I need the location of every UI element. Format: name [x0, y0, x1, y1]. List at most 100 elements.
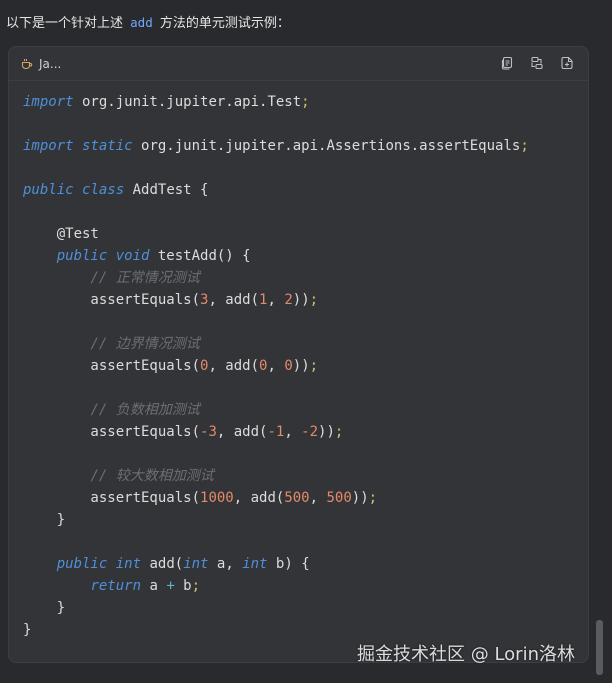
code-token: ,	[267, 292, 285, 308]
code-token: static	[82, 138, 133, 154]
code-token: ))	[292, 292, 310, 308]
code-token: public	[56, 556, 108, 572]
code-line: // 较大数相加测试	[23, 465, 529, 487]
watermark: 掘金技术社区 @ Lorin洛林	[357, 644, 575, 665]
code-token: +	[166, 578, 175, 594]
code-token: ))	[292, 358, 310, 374]
code-line: // 负数相加测试	[23, 399, 529, 421]
code-token: assertEquals(	[23, 358, 201, 374]
code-token: @Test	[23, 226, 99, 242]
code-token: import	[23, 94, 74, 110]
code-token: , add(	[208, 292, 260, 308]
code-token: a	[141, 578, 167, 594]
code-token: ,	[284, 424, 302, 440]
code-token: import	[23, 138, 74, 154]
code-line: // 正常情况测试	[23, 267, 529, 289]
code-block: Ja... import org.junit.jupiter.api.Test;…	[8, 46, 589, 663]
code-line: }	[23, 619, 529, 641]
code-token: a,	[208, 556, 243, 572]
code-token: }	[23, 600, 66, 616]
scrollbar[interactable]	[596, 620, 603, 675]
code-content: import org.junit.jupiter.api.Test; import…	[23, 91, 529, 641]
code-token: -3	[200, 424, 217, 440]
code-token: // 边界情况测试	[90, 336, 200, 352]
code-token: -2	[301, 424, 319, 440]
intro-before: 以下是一个针对上述	[6, 16, 124, 31]
code-line: import static org.junit.jupiter.api.Asse…	[23, 135, 529, 157]
code-block-header: Ja...	[9, 47, 588, 81]
code-token: , add(	[216, 424, 268, 440]
code-actions	[500, 56, 574, 70]
code-token: ,	[309, 490, 327, 506]
code-token: // 正常情况测试	[90, 270, 200, 286]
code-token: 0	[284, 358, 293, 374]
inline-code-add: add	[130, 15, 153, 30]
code-line: public void testAdd() {	[23, 245, 529, 267]
code-token: 500	[326, 490, 352, 506]
code-token: public	[56, 248, 108, 264]
code-token: ;	[309, 292, 319, 308]
code-line: }	[23, 509, 529, 531]
intro-text: 以下是一个针对上述 add 方法的单元测试示例：	[6, 12, 290, 31]
code-line: }	[23, 597, 529, 619]
code-token: org.junit.jupiter.api.Test	[73, 94, 302, 110]
code-token: public	[23, 182, 74, 198]
code-line: assertEquals(3, add(1, 2));	[23, 289, 529, 311]
code-token: // 较大数相加测试	[90, 468, 214, 484]
code-token: }	[23, 622, 32, 638]
code-line: assertEquals(-3, add(-1, -2));	[23, 421, 529, 443]
intro-after: 方法的单元测试示例：	[159, 16, 290, 31]
code-token: 2	[284, 292, 293, 308]
code-line: assertEquals(1000, add(500, 500));	[23, 487, 529, 509]
code-token: ,	[267, 358, 285, 374]
code-token: assertEquals(	[23, 292, 201, 308]
code-token: org.junit.jupiter.api.Assertions.assertE…	[132, 138, 521, 154]
code-token: }	[23, 512, 66, 528]
insert-icon[interactable]	[560, 56, 574, 70]
code-token: void	[115, 248, 150, 264]
code-line: return a + b;	[23, 575, 529, 597]
code-token: -1	[267, 424, 285, 440]
code-token: add(	[141, 556, 184, 572]
code-token: int	[115, 556, 142, 572]
code-token: AddTest {	[124, 182, 209, 198]
code-line: import org.junit.jupiter.api.Test;	[23, 91, 529, 113]
coffee-icon	[21, 58, 33, 69]
wrap-icon[interactable]	[530, 56, 544, 70]
code-line: assertEquals(0, add(0, 0));	[23, 355, 529, 377]
code-token: b) {	[267, 556, 310, 572]
code-token: return	[90, 578, 142, 594]
code-line: // 边界情况测试	[23, 333, 529, 355]
code-token: // 负数相加测试	[90, 402, 200, 418]
code-token: assertEquals(	[23, 424, 201, 440]
code-token: int	[242, 556, 268, 572]
code-token: ;	[301, 94, 310, 110]
copy-icon[interactable]	[500, 56, 514, 70]
code-token: ;	[520, 138, 529, 154]
code-token: assertEquals(	[23, 490, 201, 506]
code-token: , add(	[208, 358, 260, 374]
code-token: ))	[318, 424, 335, 440]
code-line: @Test	[23, 223, 529, 245]
code-token: testAdd() {	[149, 248, 251, 264]
code-token: int	[183, 556, 209, 572]
code-line: public int add(int a, int b) {	[23, 553, 529, 575]
code-token: ;	[368, 490, 378, 506]
language-label: Ja...	[21, 57, 61, 71]
